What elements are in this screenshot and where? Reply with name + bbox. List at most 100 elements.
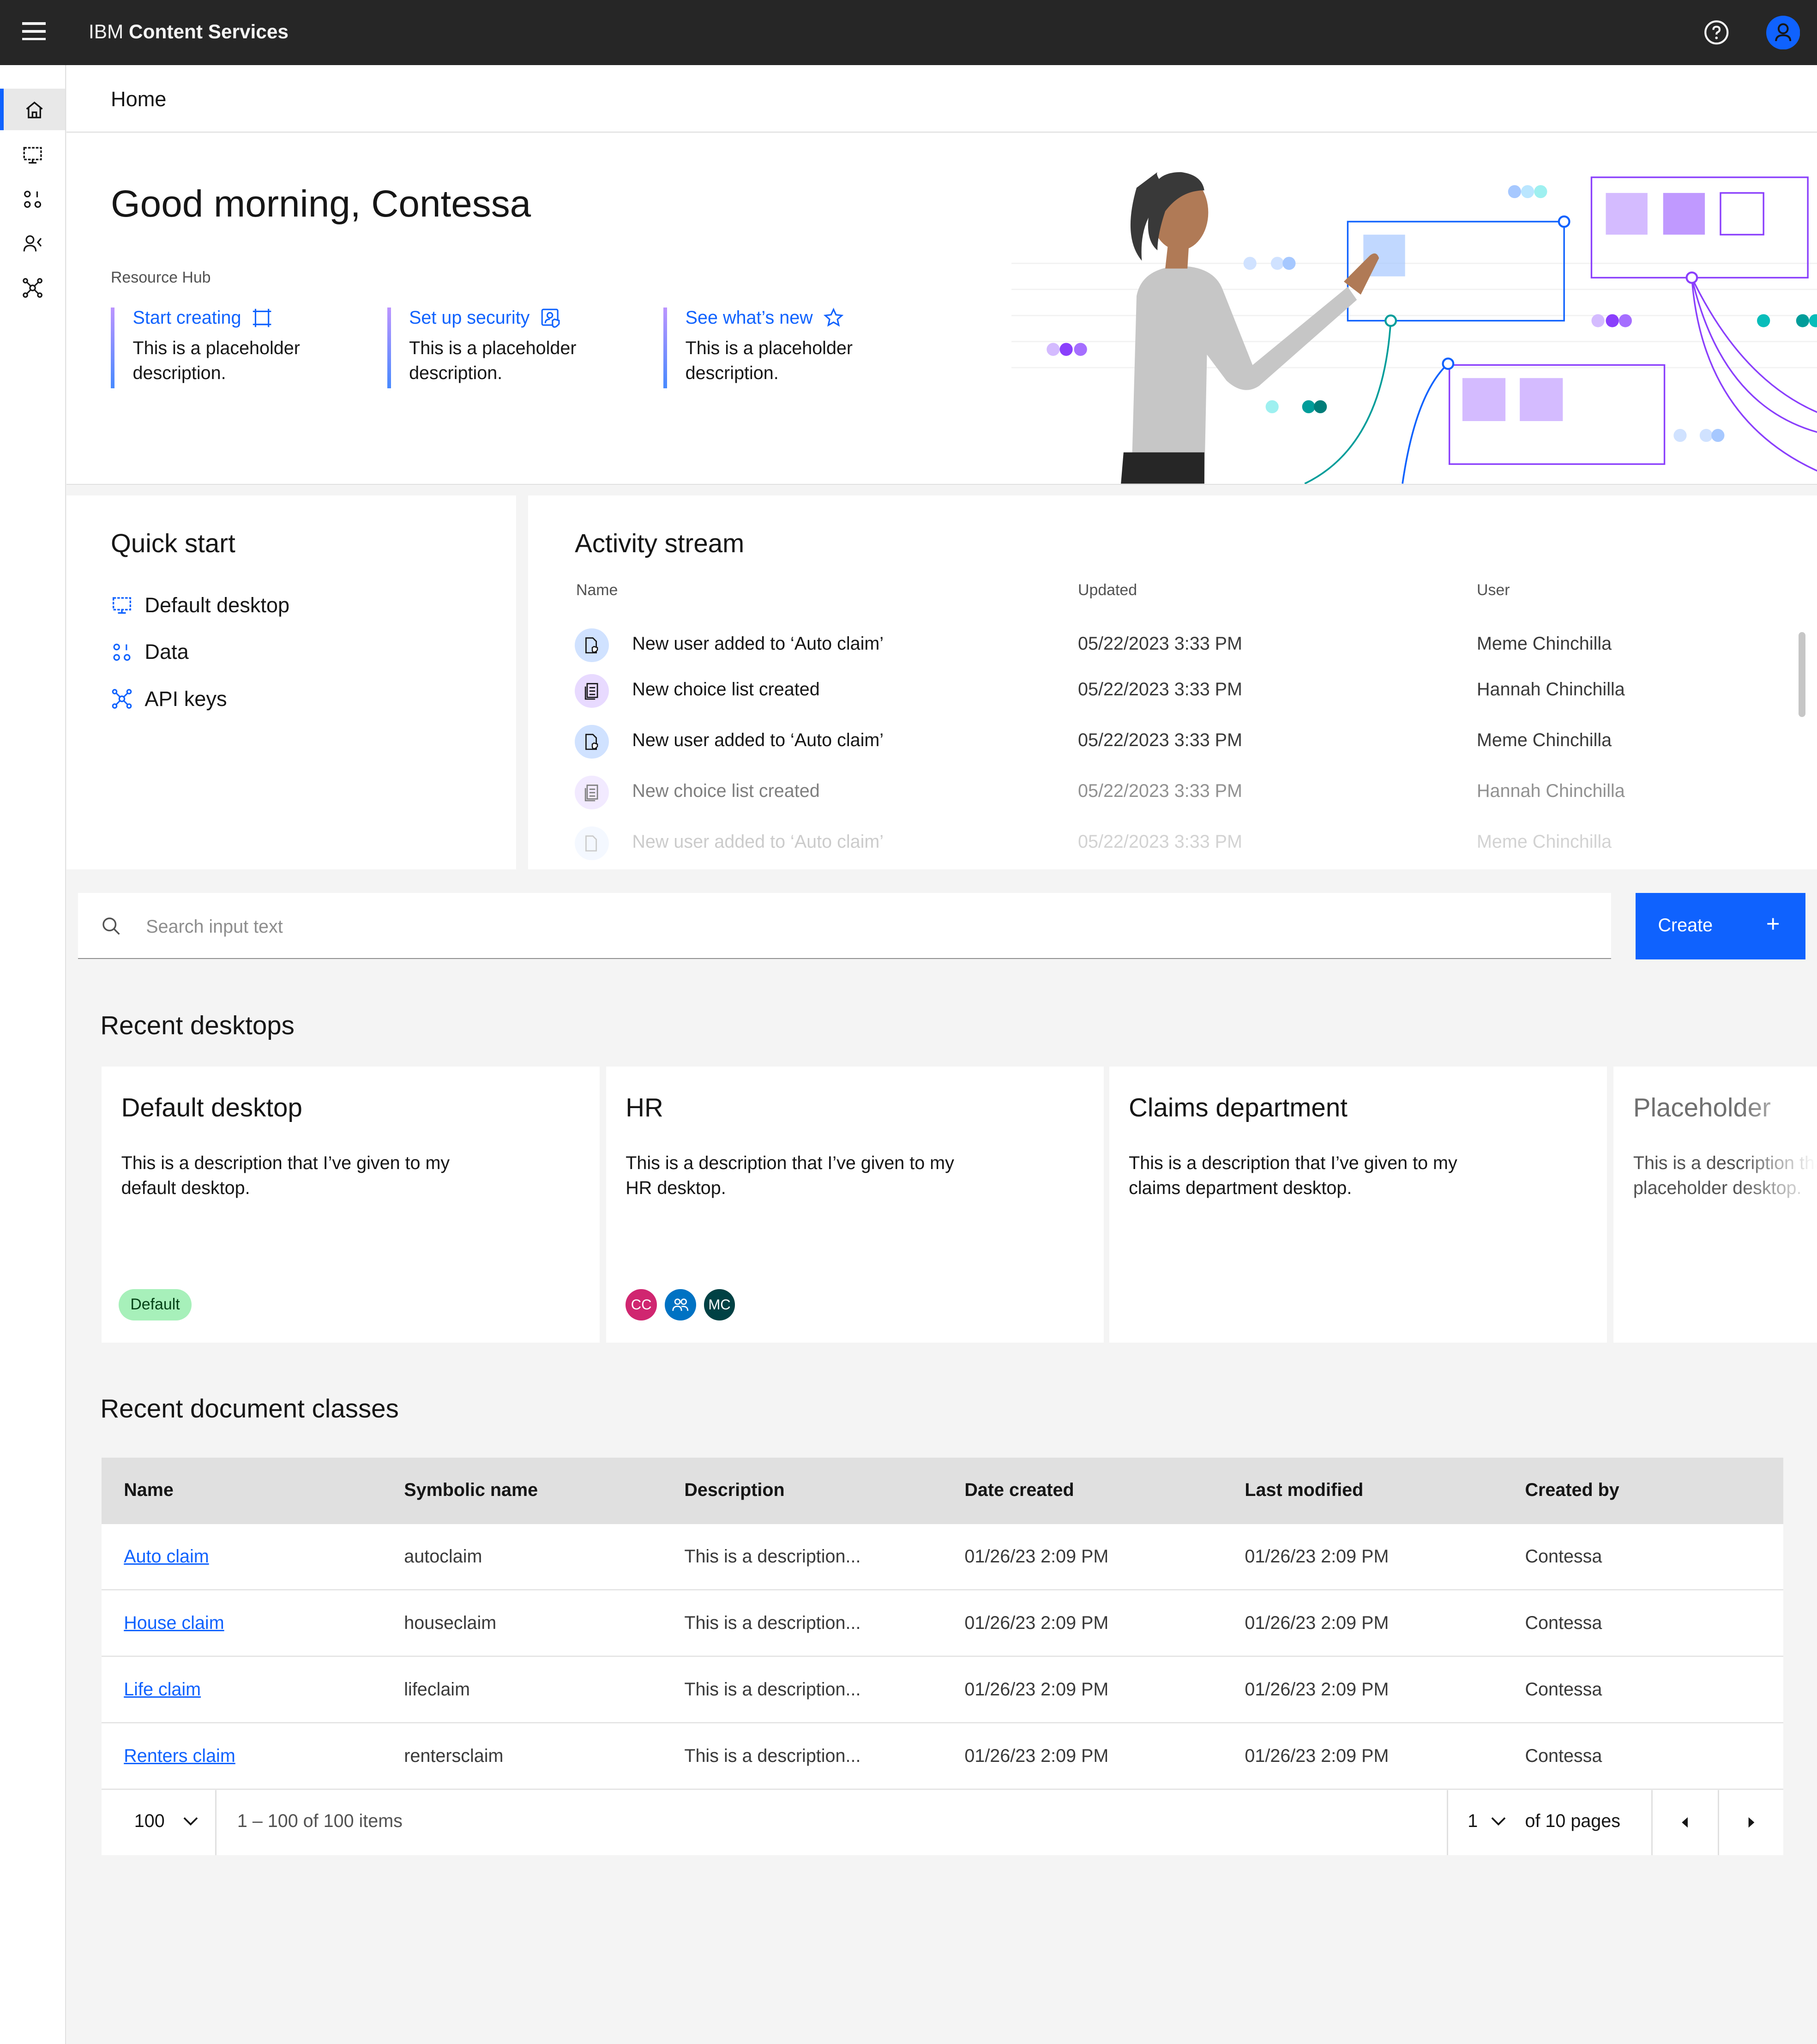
page-title: Home [110,87,167,111]
column-header[interactable]: Last modified [1245,1480,1363,1501]
activity-row[interactable]: New choice list created 05/22/2023 3:33 … [575,773,1800,812]
last-modified: 01/26/23 2:09 PM [1245,1679,1389,1700]
quick-start-api-keys[interactable]: API keys [111,687,227,711]
caret-right-icon [1748,1817,1755,1828]
description: This is a description... [684,1612,861,1633]
side-rail [0,65,66,2044]
create-button[interactable]: Create + [1636,893,1805,960]
chevron-down-icon [1491,1817,1506,1826]
list-document-icon [575,674,609,708]
date-created: 01/26/23 2:09 PM [964,1546,1109,1567]
rail-home[interactable] [0,88,65,131]
set-up-security-link[interactable]: Set up security [409,308,656,328]
activity-user: Meme Chinchilla [1477,832,1612,852]
last-modified: 01/26/23 2:09 PM [1245,1745,1389,1766]
activity-scrollbar[interactable] [1799,632,1805,717]
rail-api[interactable] [0,267,65,309]
user-avatar-icon[interactable] [1766,15,1800,50]
activity-row[interactable]: New user added to ‘Auto claim’ 05/22/202… [575,626,1800,665]
next-page-button[interactable] [1719,1790,1783,1855]
column-header[interactable]: Date created [964,1480,1074,1501]
quick-start-label: Data [144,640,189,664]
api-icon [23,278,42,298]
doc-class-link[interactable]: House claim [124,1613,224,1634]
activity-row[interactable]: New user added to ‘Auto claim’ 05/22/202… [575,824,1800,863]
hero-banner: Good morning, Contessa Resource Hub Star… [66,133,1817,485]
created-by: Contessa [1525,1612,1602,1633]
quick-start-card: Quick start Default desktop Data API key… [66,495,517,870]
resource-desc: This is a placeholder description. [685,338,853,384]
desktop-card-default[interactable]: Default desktop This is a description th… [102,1066,600,1343]
last-modified: 01/26/23 2:09 PM [1245,1546,1389,1567]
activity-row[interactable]: New user added to ‘Auto claim’ 05/22/202… [575,722,1800,761]
description: This is a description... [684,1745,861,1766]
column-header-updated: Updated [1078,581,1137,599]
desktop-icon [112,597,132,614]
resource-title: Set up security [409,308,530,328]
symbolic-name: lifeclaim [404,1679,470,1700]
page-size-select[interactable]: 100 [134,1811,199,1832]
see-whats-new-link[interactable]: See what’s new [686,308,933,328]
desktop-card-claims[interactable]: Claims department This is a description … [1109,1066,1607,1343]
desktop-card-hr[interactable]: HR This is a description that I’ve given… [606,1066,1104,1343]
activity-stream-card: Activity stream Name Updated User New us… [528,495,1817,870]
created-by: Contessa [1525,1546,1602,1567]
menu-icon[interactable] [22,22,46,41]
avatar[interactable]: CC [626,1289,657,1321]
description: This is a description... [684,1679,861,1700]
created-by: Contessa [1525,1679,1602,1700]
doc-class-link[interactable]: Auto claim [124,1546,209,1567]
column-header-user: User [1477,581,1510,599]
column-header[interactable]: Created by [1525,1480,1619,1501]
activity-updated: 05/22/2023 3:33 PM [1078,679,1242,700]
resource-set-up-security: Set up security This is a placeholder de… [387,308,657,389]
plus-icon: + [1766,910,1780,937]
recent-doc-classes-title: Recent document classes [100,1394,399,1423]
quick-start-default-desktop[interactable]: Default desktop [111,593,289,617]
column-header[interactable]: Description [684,1480,784,1501]
rail-desktops[interactable] [0,134,65,176]
activity-updated: 05/22/2023 3:33 PM [1078,633,1242,654]
group-avatar[interactable] [664,1289,696,1321]
rail-data[interactable] [0,179,65,220]
activity-user: Hannah Chinchilla [1477,781,1625,802]
api-icon [112,689,132,709]
start-creating-link[interactable]: Start creating [132,308,380,328]
search-icon [102,917,120,935]
desktop-card-desc: This is a description that I’ve given to… [626,1153,954,1198]
column-header[interactable]: Name [124,1480,174,1501]
search-input[interactable] [143,893,1582,961]
rail-users[interactable] [0,223,65,265]
user-security-icon [541,309,560,328]
doc-class-link[interactable]: Life claim [124,1679,201,1700]
activity-name: New choice list created [632,781,820,802]
help-icon[interactable] [1703,19,1729,45]
desktop-card-placeholder[interactable]: Placeholder This is a description that I… [1613,1066,1817,1343]
items-range-text: 1 – 100 of 100 items [237,1810,403,1831]
avatar[interactable]: MC [704,1289,735,1321]
column-header[interactable]: Symbolic name [404,1480,538,1501]
page-size-value: 100 [134,1810,165,1831]
divider [215,1790,217,1855]
brand-name[interactable]: IBM Content Services [89,21,289,43]
data-icon [24,191,42,208]
recent-desktops-title: Recent desktops [100,1011,295,1040]
desktop-card-desc: This is a description that I’ve given to… [1129,1153,1457,1198]
resource-desc: This is a placeholder description. [409,338,577,384]
activity-row[interactable]: New choice list created 05/22/2023 3:33 … [575,671,1800,711]
data-icon [113,643,131,661]
page-select[interactable]: 1 [1468,1811,1506,1832]
previous-page-button[interactable] [1653,1790,1718,1855]
created-by: Contessa [1525,1745,1602,1766]
resource-desc: This is a placeholder description. [132,338,300,384]
desktop-card-desc: This is a description that I’ve given to… [121,1153,450,1198]
card-fade [1739,1066,1817,1343]
search-bar [78,893,1611,961]
doc-class-link[interactable]: Renters claim [124,1746,235,1767]
desktop-card-title: HR [626,1093,663,1122]
quick-start-label: Default desktop [144,593,290,617]
desktop-card-title: Claims department [1129,1093,1348,1122]
page-header: Home [66,65,1817,133]
activity-user: Hannah Chinchilla [1477,679,1625,700]
quick-start-data[interactable]: Data [111,640,189,664]
